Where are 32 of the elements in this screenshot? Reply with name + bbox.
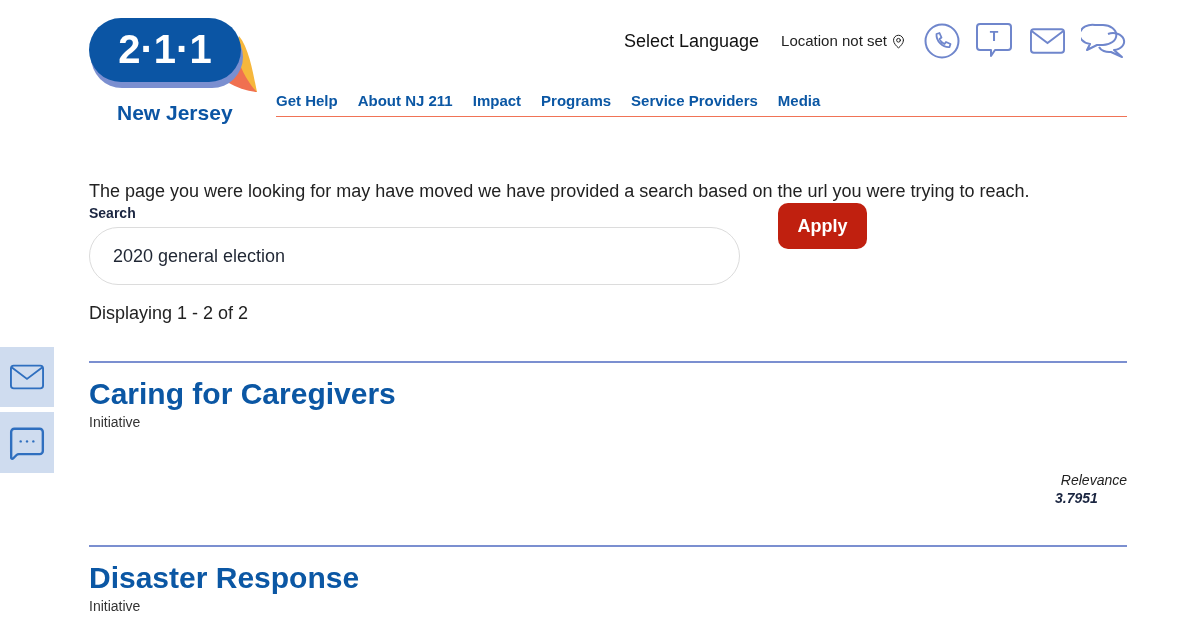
nav-link[interactable]: Programs — [541, 92, 612, 110]
phone-button[interactable] — [924, 23, 960, 59]
nav-link[interactable]: Impact — [472, 92, 522, 110]
location-pin-icon — [891, 32, 906, 50]
logo-region-name: New Jersey — [117, 100, 233, 126]
notice-text: The page you were looking for may have moved we have provided a search based on the url you were trying to reach. — [89, 181, 1031, 202]
search-label: Search — [89, 204, 137, 222]
text-message-button[interactable]: T — [976, 23, 1012, 59]
side-email-button[interactable] — [0, 347, 54, 407]
nav-link[interactable]: Get Help — [276, 92, 338, 110]
result-count: Displaying 1 - 2 of 2 — [89, 302, 250, 324]
result-title[interactable]: Disaster Response — [89, 561, 1127, 595]
phone-icon — [924, 23, 960, 59]
side-chat-button[interactable] — [0, 412, 54, 473]
result-title[interactable]: Caring for Caregivers — [89, 377, 1127, 411]
envelope-icon — [10, 364, 44, 390]
nav-link[interactable]: Media — [777, 92, 821, 110]
result-type: Initiative — [89, 413, 142, 431]
select-language-link[interactable]: Select Language — [623, 27, 760, 55]
relevance-label: Relevance — [1060, 471, 1127, 489]
nav-link[interactable]: Service Providers — [631, 92, 758, 110]
apply-button[interactable]: Apply — [778, 203, 867, 249]
nav-link[interactable]: About NJ 211 — [357, 92, 453, 110]
envelope-icon — [1029, 28, 1065, 54]
logo-number: 2·1·1 — [118, 26, 212, 72]
chat-button[interactable] — [1081, 23, 1127, 59]
chat-bubbles-icon — [1081, 23, 1127, 59]
result-type: Initiative — [89, 597, 142, 615]
search-field[interactable]: 2020 general election — [89, 227, 740, 285]
relevance-score: 3.7951 — [1055, 489, 1098, 507]
location-status[interactable]: Location not set — [781, 29, 887, 53]
speech-bubble-icon — [976, 23, 1012, 59]
